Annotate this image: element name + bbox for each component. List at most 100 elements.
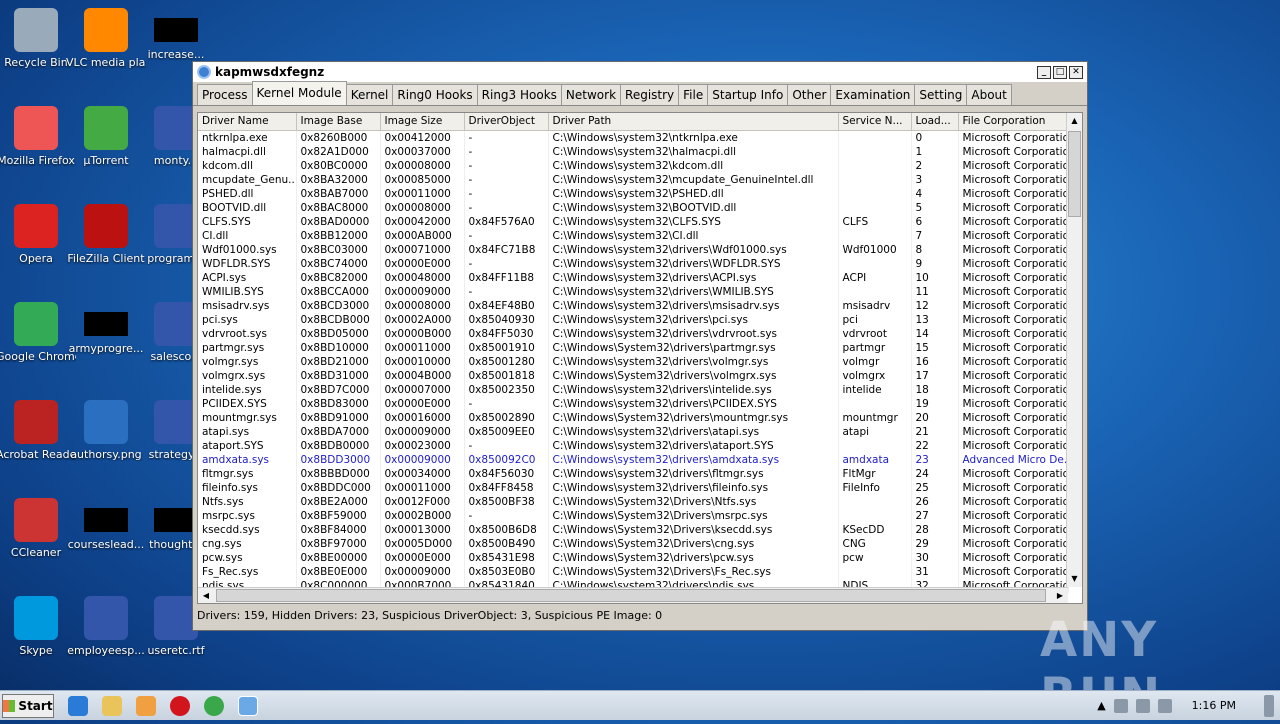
desktop-icon-acrobat[interactable]: Acrobat Reader DC — [0, 400, 76, 461]
tab-kernel[interactable]: Kernel — [345, 84, 394, 105]
table-row[interactable]: msisadrv.sys 0x8BCD3000 0x00008000 0x84EF48… — [198, 298, 1069, 313]
table-row[interactable]: CLFS.SYS 0x8BAD0000 0x00042000 0x84F576A0 C:… — [198, 214, 1069, 229]
tab-about[interactable]: About — [966, 84, 1012, 105]
flag-tray-icon[interactable] — [1113, 698, 1128, 713]
driver-list[interactable]: Driver Name Image Base Image Size DriverObj… — [197, 112, 1083, 604]
maximize-button[interactable]: □ — [1053, 65, 1067, 79]
tab-ring3-hooks[interactable]: Ring3 Hooks — [476, 84, 562, 105]
desktop-icon-ccleaner[interactable]: CCleaner — [0, 498, 76, 559]
column-header[interactable]: Image Size — [380, 113, 465, 131]
chrome-icon[interactable] — [204, 695, 224, 716]
table-row[interactable]: PSHED.dll 0x8BAB7000 0x00011000- C:\Windows… — [198, 186, 1069, 201]
title-bar[interactable]: kapmwsdxfegnz _ □ ✕ — [193, 62, 1087, 82]
table-row[interactable]: mcupdate_Genu... 0x8BA32000 0x00085000- C:\… — [198, 172, 1069, 187]
media-player-icon[interactable] — [136, 695, 156, 716]
scroll-right-icon[interactable]: ▶ — [1052, 588, 1068, 603]
column-header[interactable]: Driver Path — [548, 113, 839, 131]
tab-other[interactable]: Other — [787, 84, 832, 105]
clock[interactable]: 1:16 PM — [1192, 699, 1236, 712]
table-row[interactable]: volmgrx.sys 0x8BD31000 0x0004B000 0x8500181… — [198, 368, 1069, 383]
table-row[interactable]: ksecdd.sys 0x8BF84000 0x00013000 0x8500B6D8… — [198, 522, 1069, 537]
windows-logo-icon — [3, 699, 16, 712]
table-cell: 3 — [911, 172, 959, 187]
column-header[interactable]: Service N... — [838, 113, 912, 131]
hscroll-thumb[interactable] — [216, 589, 1046, 602]
table-row[interactable]: cng.sys 0x8BF97000 0x0005D000 0x8500B490 C:\… — [198, 536, 1069, 551]
table-row[interactable]: WDFLDR.SYS 0x8BC74000 0x0000E000- C:\Window… — [198, 256, 1069, 271]
table-row[interactable]: Wdf01000.sys 0x8BC03000 0x00071000 0x84FC71… — [198, 242, 1069, 257]
desktop-icon-recycle-bin[interactable]: Recycle Bin — [0, 8, 76, 69]
tray-expand-icon[interactable]: ▲ — [1097, 699, 1105, 712]
table-row[interactable]: volmgr.sys 0x8BD21000 0x00010000 0x85001280… — [198, 354, 1069, 369]
tab-registry[interactable]: Registry — [620, 84, 680, 105]
table-row[interactable]: msrpc.sys 0x8BF59000 0x0002B000- C:\Windows… — [198, 508, 1069, 523]
table-row[interactable]: PCIIDEX.SYS 0x8BD83000 0x0000E000- C:\Windo… — [198, 396, 1069, 411]
desktop-icon-skype[interactable]: Skype — [0, 596, 76, 657]
table-cell: 0x0000B000 — [380, 326, 465, 341]
desktop-icon-employeesp[interactable]: employeesp... — [66, 596, 146, 657]
scroll-down-icon[interactable]: ▼ — [1067, 571, 1082, 587]
explorer-icon[interactable] — [102, 695, 122, 716]
tab-ring0-hooks[interactable]: Ring0 Hooks — [392, 84, 478, 105]
tab-startup-info[interactable]: Startup Info — [707, 84, 789, 105]
tab-kernel-module[interactable]: Kernel Module — [251, 81, 347, 105]
table-row[interactable]: ACPI.sys 0x8BC82000 0x00048000 0x84FF11B8 C:… — [198, 270, 1069, 285]
table-row[interactable]: ntkrnlpa.exe 0x8260B000 0x00412000- C:\Wind… — [198, 130, 1069, 145]
table-row[interactable]: intelide.sys 0x8BD7C000 0x00007000 0x850023… — [198, 382, 1069, 397]
table-row[interactable]: pci.sys 0x8BCDB000 0x0002A000 0x85040930 C:\… — [198, 312, 1069, 327]
table-row[interactable]: CI.dll 0x8BB12000 0x000AB000- C:\Windows\sy… — [198, 228, 1069, 243]
table-cell: 0x80BC0000 — [296, 158, 381, 173]
column-header[interactable]: Load... — [911, 113, 959, 131]
close-button[interactable]: ✕ — [1069, 65, 1083, 79]
show-desktop-button[interactable] — [1264, 694, 1274, 717]
minimize-button[interactable]: _ — [1037, 65, 1051, 79]
table-cell: 0 — [911, 130, 959, 145]
desktop-icon-filezilla[interactable]: FileZilla Client — [66, 204, 146, 265]
column-header[interactable]: Driver Name — [198, 113, 297, 131]
column-header[interactable]: Image Base — [296, 113, 381, 131]
volume-tray-icon[interactable] — [1157, 698, 1172, 713]
table-row[interactable]: atapi.sys 0x8BDA7000 0x00009000 0x85009EE0 C… — [198, 424, 1069, 439]
vertical-scrollbar[interactable]: ▲ ▼ — [1066, 113, 1082, 587]
table-cell: 0x8BDDC000 — [296, 480, 381, 495]
desktop-icon-firefox[interactable]: Mozilla Firefox — [0, 106, 76, 167]
desktop-icon-authorsy[interactable]: authorsy.png — [66, 400, 146, 461]
table-row[interactable]: partmgr.sys 0x8BD10000 0x00011000 0x8500191… — [198, 340, 1069, 355]
table-row[interactable]: ataport.SYS 0x8BDB0000 0x00023000- C:\Windo… — [198, 438, 1069, 453]
tab-setting[interactable]: Setting — [914, 84, 968, 105]
table-row[interactable]: Fs_Rec.sys 0x8BE0E000 0x00009000 0x8503E0B0… — [198, 564, 1069, 579]
horizontal-scrollbar[interactable]: ◀ ▶ — [198, 587, 1068, 603]
tab-network[interactable]: Network — [560, 84, 622, 105]
scroll-thumb[interactable] — [1068, 131, 1081, 217]
table-row[interactable]: vdrvroot.sys 0x8BD05000 0x0000B000 0x84FF50… — [198, 326, 1069, 341]
scroll-up-icon[interactable]: ▲ — [1067, 113, 1082, 129]
desktop-icon-courseslead[interactable]: courseslead... — [66, 498, 146, 551]
tab-file[interactable]: File — [678, 84, 709, 105]
desktop-icon-vlc[interactable]: VLC media player — [66, 8, 146, 69]
table-row[interactable]: pcw.sys 0x8BE00000 0x0000E000 0x85431E98 C:\… — [198, 550, 1069, 565]
opera-icon[interactable] — [170, 695, 190, 716]
desktop-icon-armyprogre[interactable]: armyprogre... — [66, 302, 146, 355]
table-row[interactable]: halmacpi.dll 0x82A1D000 0x00037000- C:\Wind… — [198, 144, 1069, 159]
table-row[interactable]: WMILIB.SYS 0x8BCCA000 0x00009000- C:\Window… — [198, 284, 1069, 299]
tab-examination[interactable]: Examination — [830, 84, 916, 105]
app-taskbar-icon[interactable] — [238, 695, 258, 716]
desktop-icon-increase[interactable]: increase... — [136, 8, 216, 61]
start-button[interactable]: Start — [2, 693, 54, 718]
desktop-icon-utorrent[interactable]: µTorrent — [66, 106, 146, 167]
table-row[interactable]: fltmgr.sys 0x8BBBD000 0x00034000 0x84F56030… — [198, 466, 1069, 481]
tab-process[interactable]: Process — [197, 84, 253, 105]
desktop-icon-opera[interactable]: Opera — [0, 204, 76, 265]
ie-icon[interactable] — [68, 695, 88, 716]
scroll-left-icon[interactable]: ◀ — [198, 588, 214, 603]
table-row[interactable]: kdcom.dll 0x80BC0000 0x00008000- C:\Windows… — [198, 158, 1069, 173]
table-row[interactable]: fileinfo.sys 0x8BDDC000 0x00011000 0x84FF84… — [198, 480, 1069, 495]
table-row[interactable]: Ntfs.sys 0x8BE2A000 0x0012F000 0x8500BF38 C:… — [198, 494, 1069, 509]
table-row[interactable]: amdxata.sys 0x8BDD3000 0x00009000 0x850092C… — [198, 452, 1069, 467]
table-row[interactable]: mountmgr.sys 0x8BD91000 0x00016000 0x850028… — [198, 410, 1069, 425]
column-header[interactable]: DriverObject — [464, 113, 549, 131]
desktop-icon-chrome[interactable]: Google Chrome — [0, 302, 76, 363]
column-header[interactable]: File Corporation — [958, 113, 1069, 131]
network-tray-icon[interactable] — [1135, 698, 1150, 713]
table-row[interactable]: BOOTVID.dll 0x8BAC8000 0x00008000- C:\Windo… — [198, 200, 1069, 215]
